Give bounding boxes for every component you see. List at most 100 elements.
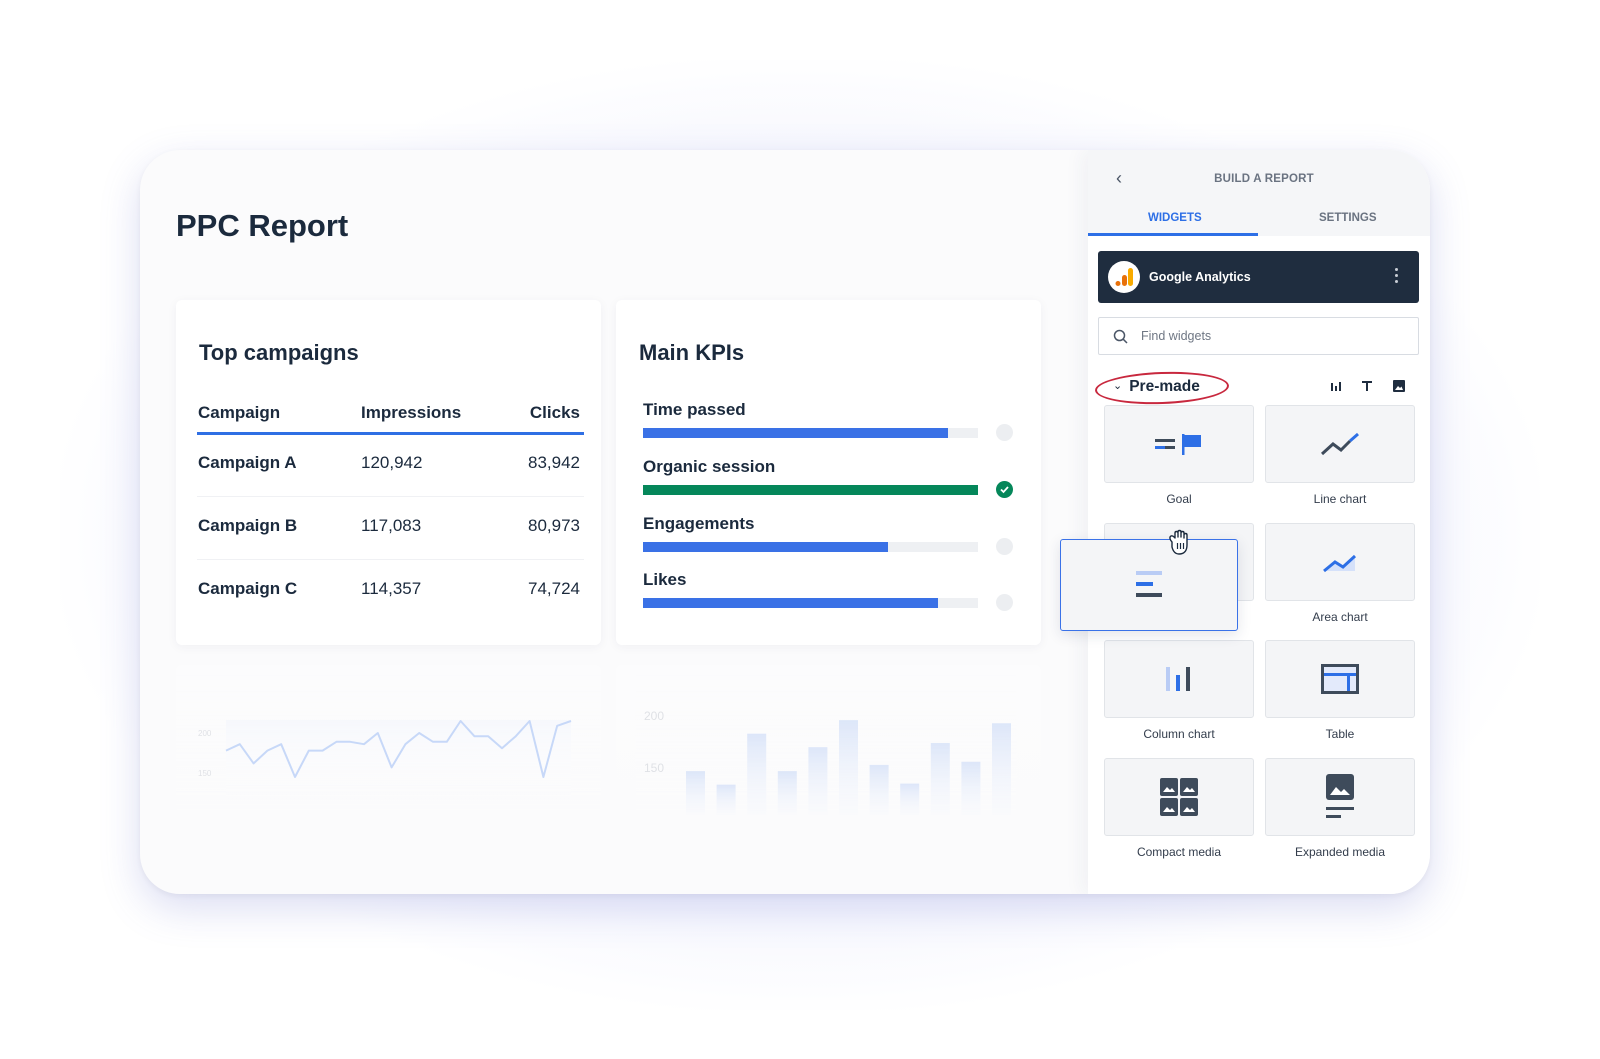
widget-label: Goal: [1166, 492, 1192, 506]
column-header-clicks[interactable]: Clicks: [530, 403, 580, 423]
y-tick-label: 200: [198, 729, 212, 738]
kpi-item: Time passed: [643, 400, 1013, 450]
table-header: Campaign Impressions Clicks: [197, 403, 584, 435]
google-analytics-icon: [1108, 261, 1140, 293]
widget-column-chart[interactable]: Column chart: [1104, 640, 1254, 741]
widget-area-chart[interactable]: Area chart: [1265, 523, 1415, 624]
kpi-progress-fill: [643, 485, 978, 495]
line-chart: 200 150: [198, 720, 572, 800]
data-source-selector[interactable]: Google Analytics: [1098, 251, 1419, 303]
bar: [961, 761, 981, 815]
cell-impressions: 120,942: [361, 453, 423, 472]
cell-campaign: Campaign B: [198, 516, 298, 535]
kpi-progress-bar: [643, 542, 978, 552]
line-chart-icon: [1320, 432, 1359, 456]
cell-campaign: Campaign A: [198, 453, 297, 472]
table-row: Campaign B 117,083 80,973: [197, 498, 584, 560]
kpi-label: Time passed: [643, 400, 746, 419]
bar-chart-widget[interactable]: 200 150 100: [616, 665, 1041, 827]
cell-impressions: 117,083: [361, 516, 422, 535]
panel-header: [1088, 150, 1430, 236]
widget-search: [1098, 317, 1419, 355]
kpi-progress-fill: [643, 428, 948, 438]
table-row: Campaign A 120,942 83,942: [197, 435, 584, 497]
line-chart-widget[interactable]: 200 150: [176, 665, 601, 815]
report-builder-window: PPC Report Top campaigns Campaign Impres…: [140, 150, 1430, 894]
cell-clicks: 74,724: [528, 579, 580, 598]
tab-settings[interactable]: SETTINGS: [1319, 212, 1377, 224]
widget-label: Column chart: [1143, 727, 1215, 741]
cell-impressions: 114,357: [361, 579, 422, 598]
widget-table[interactable]: Table: [1265, 640, 1415, 741]
bar: [716, 784, 736, 815]
kpi-label: Organic session: [643, 457, 776, 476]
dragged-widget[interactable]: [1060, 539, 1238, 631]
build-report-panel: ‹ BUILD A REPORT WIDGETS SETTINGS Google…: [1088, 150, 1430, 894]
compact-media-icon: [1160, 778, 1198, 816]
status-dot-icon: [996, 538, 1013, 555]
widget-tile: [1265, 523, 1415, 601]
bar: [777, 771, 797, 815]
check-circle-icon: [996, 481, 1013, 498]
kpi-label: Likes: [643, 570, 687, 589]
column-header-impressions[interactable]: Impressions: [361, 403, 461, 423]
bar-list-icon: [1136, 571, 1162, 597]
widget-compact-media[interactable]: Compact media: [1104, 758, 1254, 859]
status-dot-icon: [996, 424, 1013, 441]
y-tick-label: 100: [644, 813, 664, 815]
chart-filter-icon[interactable]: [1329, 379, 1343, 393]
section-label: Pre-made: [1129, 378, 1200, 395]
widget-label: Expanded media: [1294, 845, 1386, 859]
bar: [839, 720, 858, 815]
expanded-media-icon: [1326, 774, 1354, 818]
widget-label: Line chart: [1313, 492, 1367, 506]
widget-tile: [1265, 640, 1415, 718]
search-icon: [1113, 329, 1128, 344]
column-header-campaign[interactable]: Campaign: [198, 403, 280, 423]
widget-tile: [1104, 405, 1254, 483]
widget-goal[interactable]: Goal: [1104, 405, 1254, 506]
bar: [747, 733, 767, 815]
widget-expanded-media[interactable]: Expanded media: [1265, 758, 1415, 859]
goal-icon: [1155, 434, 1201, 455]
status-dot-icon: [996, 594, 1013, 611]
kpi-progress-bar: [643, 428, 978, 438]
widget-tile: [1104, 640, 1254, 718]
cell-clicks: 83,942: [528, 453, 580, 472]
panel-title: BUILD A REPORT: [1214, 173, 1314, 185]
image-filter-icon[interactable]: [1392, 379, 1406, 393]
kpi-item: Likes: [643, 570, 1013, 620]
column-chart-icon: [1166, 667, 1190, 691]
widget-label: Area chart: [1312, 610, 1368, 624]
search-input[interactable]: [1141, 318, 1401, 354]
widget-title: Top campaigns: [199, 340, 359, 365]
area-chart-icon: [1323, 554, 1357, 573]
more-options-icon[interactable]: [1395, 268, 1399, 286]
widget-tile: [1265, 758, 1415, 836]
kpi-progress-fill: [643, 598, 938, 608]
bar-chart: 200 150 100: [644, 709, 1011, 827]
widget-label: Table: [1325, 727, 1355, 741]
widget-tile: [1265, 405, 1415, 483]
main-kpis-widget[interactable]: Main KPIs Time passed Organic session Enga…: [616, 300, 1041, 645]
y-tick-label: 200: [644, 709, 664, 723]
chevron-down-icon: ⌄: [1113, 380, 1123, 392]
widget-line-chart[interactable]: Line chart: [1265, 405, 1415, 506]
y-tick-label: 150: [644, 761, 664, 775]
table-icon: [1321, 664, 1359, 694]
bar: [900, 783, 920, 815]
kpi-progress-fill: [643, 542, 888, 552]
premade-section-toggle[interactable]: ⌄ Pre-made: [1113, 378, 1200, 396]
text-filter-icon[interactable]: [1360, 379, 1374, 393]
kpi-progress-bar: [643, 598, 978, 608]
tab-widgets[interactable]: WIDGETS: [1148, 212, 1202, 224]
kpi-label: Engagements: [643, 514, 755, 533]
kpi-item: Organic session: [643, 457, 1013, 507]
grab-cursor-icon: [1169, 529, 1188, 555]
bar: [992, 723, 1011, 815]
widget-tile: [1104, 758, 1254, 836]
top-campaigns-widget[interactable]: Top campaigns Campaign Impressions Click…: [176, 300, 601, 645]
table-row: Campaign C 114,357 74,724: [197, 561, 584, 623]
bar: [686, 771, 705, 815]
cell-campaign: Campaign C: [198, 579, 298, 598]
